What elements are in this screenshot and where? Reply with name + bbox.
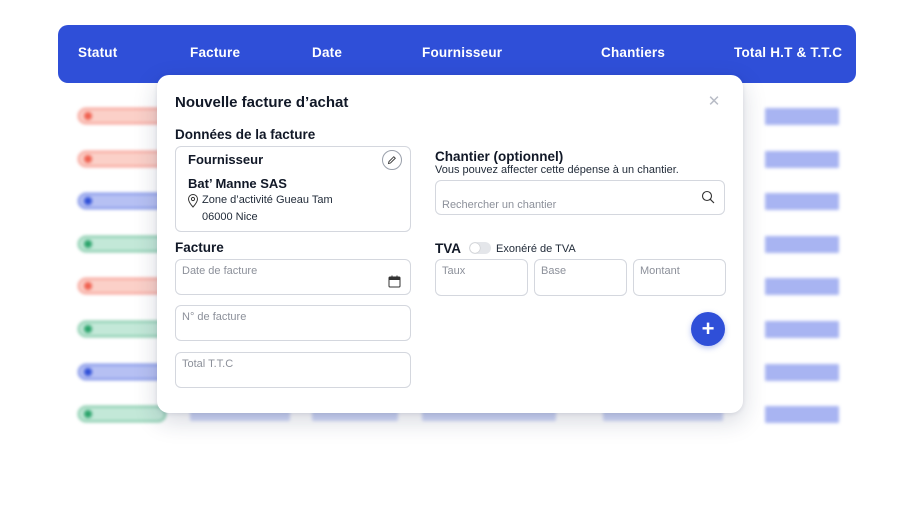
total-amount-placeholder: [765, 193, 839, 210]
supplier-address-line1: Zone d’activité Gueau Tam: [202, 194, 333, 206]
header-total[interactable]: Total H.T & T.T.C: [734, 45, 842, 60]
facture-section-title: Facture: [175, 240, 224, 255]
status-pill[interactable]: [78, 406, 166, 422]
status-dot: [84, 410, 92, 418]
invoice-number-field[interactable]: N° de facture: [175, 305, 411, 341]
status-dot: [84, 155, 92, 163]
toggle-knob: [470, 243, 480, 253]
chantier-search-input[interactable]: Rechercher un chantier: [435, 180, 725, 215]
supplier-card: Fournisseur Bat’ Manne SAS Zone d’activi…: [175, 146, 411, 232]
supplier-name: Bat’ Manne SAS: [188, 176, 287, 191]
chantier-search-placeholder: Rechercher un chantier: [442, 199, 557, 211]
location-pin-icon: [187, 194, 199, 208]
total-amount-placeholder: [765, 151, 839, 168]
invoice-date-field[interactable]: Date de facture: [175, 259, 411, 295]
header-statut[interactable]: Statut: [78, 45, 117, 60]
chantier-subtitle: Vous pouvez affecter cette dépense à un …: [435, 164, 679, 176]
total-ttc-field[interactable]: Total T.T.C: [175, 352, 411, 388]
status-dot: [84, 197, 92, 205]
status-dot: [84, 325, 92, 333]
status-dot: [84, 368, 92, 376]
supplier-address-line2: 06000 Nice: [202, 211, 258, 223]
total-amount-placeholder: [765, 364, 839, 381]
modal-title: Nouvelle facture d’achat: [175, 94, 349, 111]
tva-base-placeholder: Base: [541, 265, 567, 277]
status-pill[interactable]: [78, 364, 166, 380]
tva-amount-field[interactable]: Montant: [633, 259, 726, 296]
status-dot: [84, 282, 92, 290]
invoice-date-placeholder: Date de facture: [182, 265, 258, 277]
total-amount-placeholder: [765, 278, 839, 295]
status-dot: [84, 112, 92, 120]
tva-title: TVA: [435, 241, 461, 256]
header-facture[interactable]: Facture: [190, 45, 240, 60]
tva-exemption-label: Exonéré de TVA: [496, 243, 576, 255]
status-pill[interactable]: [78, 108, 166, 124]
tva-exemption-toggle[interactable]: [469, 242, 491, 254]
calendar-icon[interactable]: [388, 275, 401, 293]
add-tva-line-button[interactable]: +: [691, 312, 725, 346]
chantier-title: Chantier (optionnel): [435, 149, 564, 164]
tva-rate-field[interactable]: Taux: [435, 259, 528, 296]
status-dot: [84, 240, 92, 248]
search-icon[interactable]: [701, 190, 715, 209]
status-pill[interactable]: [78, 151, 166, 167]
tva-base-field[interactable]: Base: [534, 259, 627, 296]
invoice-data-title: Données de la facture: [175, 127, 316, 142]
total-ttc-placeholder: Total T.T.C: [182, 358, 234, 370]
pencil-icon[interactable]: [382, 150, 402, 170]
total-amount-placeholder: [765, 108, 839, 125]
status-pill[interactable]: [78, 236, 166, 252]
tva-amount-placeholder: Montant: [640, 265, 680, 277]
header-fournisseur[interactable]: Fournisseur: [422, 45, 502, 60]
total-amount-placeholder: [765, 321, 839, 338]
total-amount-placeholder: [765, 406, 839, 423]
close-icon[interactable]: ✕: [707, 94, 721, 109]
invoice-number-placeholder: N° de facture: [182, 311, 247, 323]
tva-rate-placeholder: Taux: [442, 265, 466, 277]
header-chantiers[interactable]: Chantiers: [601, 45, 665, 60]
new-purchase-invoice-modal: Nouvelle facture d’achat ✕ Données de la…: [157, 75, 743, 413]
header-date[interactable]: Date: [312, 45, 342, 60]
status-pill[interactable]: [78, 278, 166, 294]
total-amount-placeholder: [765, 236, 839, 253]
status-pill[interactable]: [78, 321, 166, 337]
supplier-heading: Fournisseur: [188, 152, 264, 167]
status-pill[interactable]: [78, 193, 166, 209]
